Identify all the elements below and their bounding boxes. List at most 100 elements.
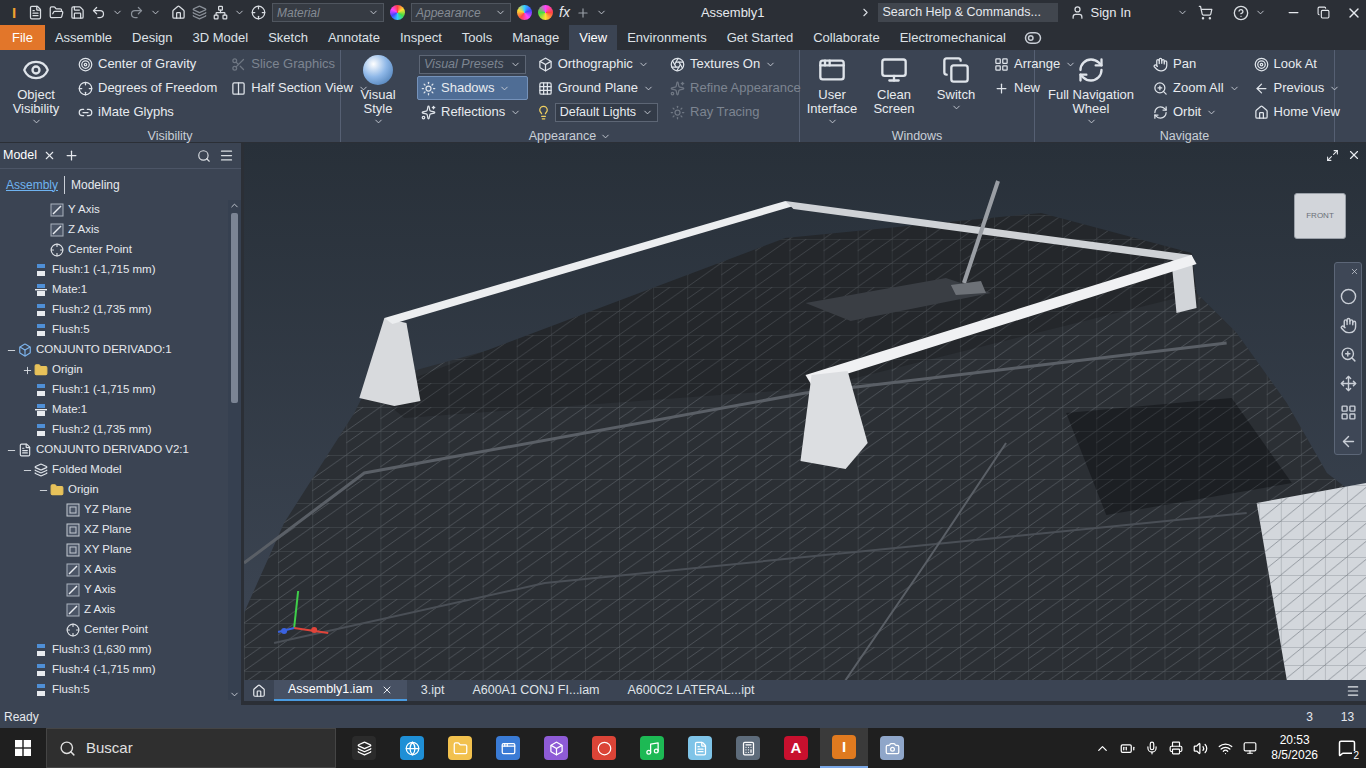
taskbar-app[interactable]: A bbox=[772, 728, 820, 768]
update-icon[interactable] bbox=[192, 5, 207, 20]
ribbon-tab[interactable]: Manage bbox=[502, 25, 569, 50]
browser-node[interactable]: Flush:1 (-1,715 mm) bbox=[0, 260, 228, 280]
dropdown-arrow-icon[interactable] bbox=[765, 59, 776, 70]
ribbon-tab[interactable]: Design bbox=[122, 25, 182, 50]
ribbon-large-button[interactable]: User Interface bbox=[804, 52, 860, 127]
file-tab[interactable]: File bbox=[0, 25, 45, 50]
dropdown-arrow-icon[interactable] bbox=[495, 7, 506, 18]
browser-node[interactable]: Flush:1 (-1,715 mm) bbox=[0, 380, 228, 400]
dropdown-arrow-icon[interactable] bbox=[31, 116, 42, 127]
dropdown-arrow-icon[interactable] bbox=[1177, 7, 1188, 18]
navigation-tool-icon[interactable] bbox=[1340, 346, 1357, 363]
add-icon[interactable] bbox=[576, 6, 590, 20]
document-tab[interactable]: Assembly1.iam bbox=[274, 680, 407, 701]
tray-overflow-icon[interactable] bbox=[1095, 741, 1110, 756]
browser-node[interactable]: XZ Plane bbox=[0, 520, 228, 540]
scroll-down-icon[interactable] bbox=[229, 689, 240, 700]
browser-node[interactable]: Y Axis bbox=[0, 200, 228, 220]
ribbon-button[interactable]: Pan bbox=[1149, 52, 1244, 76]
close-document-icon[interactable] bbox=[381, 684, 393, 696]
dropdown-arrow-icon[interactable] bbox=[596, 7, 607, 18]
help-icon[interactable] bbox=[1233, 5, 1249, 21]
ribbon-button[interactable]: Orthographic bbox=[534, 52, 660, 76]
dropdown-arrow-icon[interactable] bbox=[1229, 83, 1240, 94]
volume-icon[interactable] bbox=[1193, 741, 1208, 756]
browser-node[interactable]: Mate:1 bbox=[0, 280, 228, 300]
adjust-color-icon[interactable] bbox=[517, 5, 532, 20]
taskbar-app[interactable] bbox=[724, 728, 772, 768]
network-icon[interactable] bbox=[1218, 741, 1233, 756]
browser-node[interactable]: Center Point bbox=[0, 620, 228, 640]
collapse-icon[interactable] bbox=[6, 345, 17, 356]
taskbar-app[interactable] bbox=[532, 728, 580, 768]
ribbon-tab[interactable]: Inspect bbox=[390, 25, 452, 50]
ribbon-tab[interactable]: Assemble bbox=[45, 25, 122, 50]
close-view-icon[interactable] bbox=[1347, 148, 1361, 162]
ribbon-tab[interactable]: Get Started bbox=[717, 25, 803, 50]
measure-icon[interactable] bbox=[251, 5, 266, 20]
navigation-tool-icon[interactable] bbox=[1340, 317, 1357, 334]
battery-icon[interactable] bbox=[1120, 741, 1135, 756]
app-logo[interactable]: I bbox=[6, 5, 22, 20]
display-icon[interactable] bbox=[1243, 741, 1257, 755]
taskbar-app[interactable] bbox=[484, 728, 532, 768]
ribbon-button[interactable]: Ground Plane bbox=[534, 76, 660, 100]
ribbon-tab[interactable]: Annotate bbox=[318, 25, 390, 50]
browser-node[interactable]: Mate:1 bbox=[0, 400, 228, 420]
browser-node[interactable]: Y Axis bbox=[0, 580, 228, 600]
dropdown-arrow-icon[interactable] bbox=[827, 116, 838, 127]
browser-node[interactable]: Flush:5 bbox=[0, 320, 228, 340]
dropdown-arrow-icon[interactable] bbox=[951, 102, 962, 113]
collapse-icon[interactable] bbox=[38, 485, 49, 496]
ribbon-tab[interactable]: Electromechanical bbox=[890, 25, 1016, 50]
taskbar-app[interactable] bbox=[436, 728, 484, 768]
browser-node[interactable]: Flush:2 (1,735 mm) bbox=[0, 420, 228, 440]
dropdown-arrow-icon[interactable] bbox=[1065, 59, 1076, 70]
document-list-icon[interactable] bbox=[1346, 684, 1360, 698]
ribbon-tab[interactable]: Environments bbox=[617, 25, 716, 50]
dropdown-arrow-icon[interactable] bbox=[643, 83, 654, 94]
browser-node[interactable]: Origin bbox=[0, 360, 228, 380]
browser-tab[interactable]: Model bbox=[3, 146, 56, 165]
browser-node[interactable]: Center Point bbox=[0, 240, 228, 260]
ribbon-button[interactable]: Zoom All bbox=[1149, 76, 1244, 100]
mic-icon[interactable] bbox=[1145, 741, 1159, 755]
clear-color-icon[interactable] bbox=[538, 5, 553, 20]
add-browser-icon[interactable] bbox=[64, 148, 79, 163]
restore-icon[interactable] bbox=[1317, 6, 1330, 19]
ribbon-button[interactable]: iMate Glyphs bbox=[74, 100, 221, 124]
browser-node[interactable]: Z Axis bbox=[0, 600, 228, 620]
browser-node[interactable]: CONJUNTO DERIVADO V2:1 bbox=[0, 440, 228, 460]
taskbar-search[interactable]: Buscar bbox=[46, 728, 336, 768]
device-icon[interactable] bbox=[1169, 741, 1183, 755]
ribbon-button[interactable]: Home View bbox=[1250, 100, 1345, 124]
material-field[interactable]: Material bbox=[272, 3, 384, 22]
user-icon[interactable] bbox=[1070, 5, 1085, 20]
dropdown-arrow-icon[interactable] bbox=[499, 83, 510, 94]
taskbar-app[interactable] bbox=[628, 728, 676, 768]
home-icon[interactable] bbox=[171, 5, 186, 20]
browser-scrollbar[interactable] bbox=[228, 200, 241, 700]
taskbar-app[interactable]: I bbox=[820, 728, 868, 768]
appearance-field[interactable]: Appearance bbox=[411, 3, 511, 22]
browser-node[interactable]: Folded Model bbox=[0, 460, 228, 480]
taskbar-app[interactable] bbox=[340, 728, 388, 768]
undo-icon[interactable] bbox=[91, 5, 106, 20]
start-button[interactable] bbox=[0, 728, 46, 768]
new-icon[interactable] bbox=[28, 5, 43, 20]
dropdown-arrow-icon[interactable] bbox=[1086, 116, 1097, 127]
cart-icon[interactable] bbox=[1198, 5, 1213, 20]
maximize-view-icon[interactable] bbox=[1326, 149, 1339, 162]
browser-node[interactable]: Origin bbox=[0, 480, 228, 500]
taskbar-app[interactable] bbox=[388, 728, 436, 768]
browser-search-icon[interactable] bbox=[197, 149, 211, 163]
close-icon[interactable] bbox=[1346, 5, 1362, 21]
dropdown-arrow-icon[interactable] bbox=[638, 59, 649, 70]
ribbon-button[interactable]: Degrees of Freedom bbox=[74, 76, 221, 100]
help-search-field[interactable]: Search Help & Commands... bbox=[878, 3, 1058, 22]
ribbon-button[interactable]: Textures On bbox=[666, 52, 805, 76]
close-tab-icon[interactable] bbox=[43, 149, 56, 162]
dropdown-arrow-icon[interactable] bbox=[234, 7, 245, 18]
tab-toggle-icon[interactable] bbox=[1024, 29, 1042, 47]
clock[interactable]: 20:538/5/2026 bbox=[1267, 733, 1322, 763]
